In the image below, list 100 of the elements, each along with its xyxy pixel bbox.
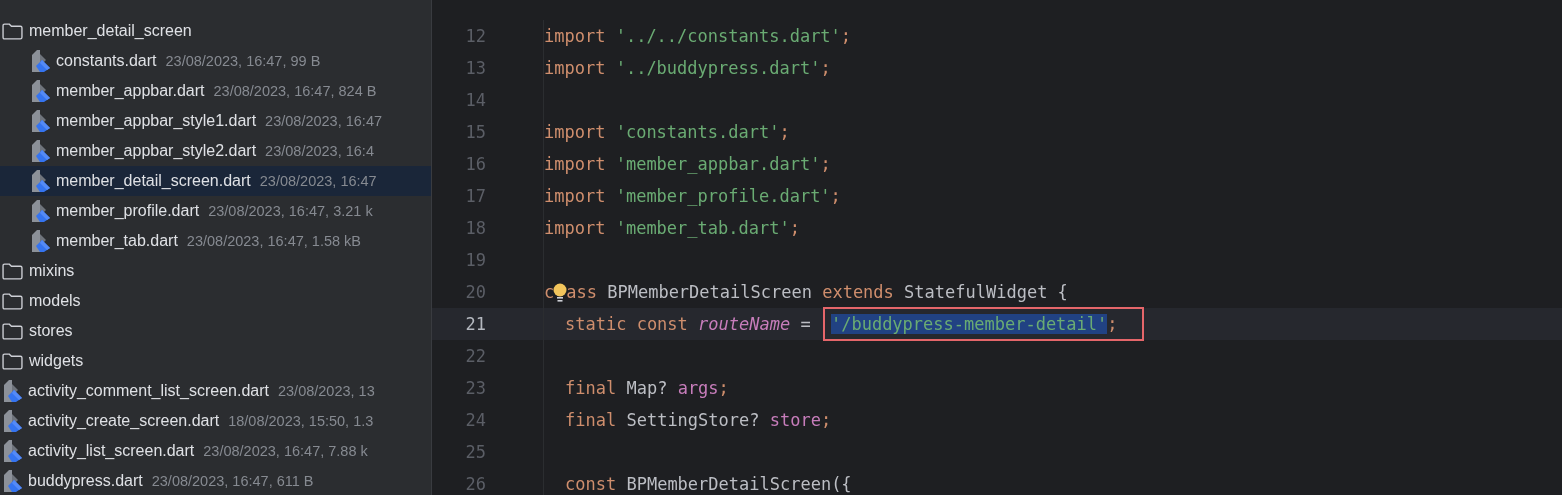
file-row[interactable]: constants.dart 23/08/2023, 16:47, 99 B [0,46,431,76]
field-name: routeName [698,314,791,334]
selected-text: '/buddypress-member-detail' [830,314,1108,334]
punctuation: ; [820,58,831,78]
folder-name: member_detail_screen [29,22,192,40]
file-name: activity_list_screen.dart [28,442,195,460]
punctuation: ; [779,122,790,142]
dart-file-icon [31,50,51,72]
file-name: member_detail_screen.dart [56,172,251,190]
keyword: import [544,122,606,142]
file-name: member_appbar_style1.dart [56,112,257,130]
line-number: 19 [464,250,486,270]
dart-file-icon [31,110,51,132]
folder-row[interactable]: stores [0,316,431,346]
punctuation: ; [789,218,800,238]
file-row[interactable]: member_appbar_style2.dart 23/08/2023, 16:4 [0,136,431,166]
file-info: 23/08/2023, 16:47, 3.21 k [208,203,373,219]
line-number: 22 [464,346,486,366]
punctuation: ; [830,186,841,206]
folder-name: widgets [29,352,84,370]
dart-file-icon [31,230,51,252]
folder-row[interactable]: widgets [0,346,431,376]
line-number: 26 [464,474,486,494]
file-info: 18/08/2023, 15:50, 1.3 [228,413,374,429]
keyword: c [544,282,555,302]
dart-file-icon [31,170,51,192]
file-info: 23/08/2023, 16:47, 1.58 kB [186,233,361,249]
folder-row[interactable]: mixins [0,256,431,286]
line-number: 24 [464,410,486,430]
string-literal: '../../constants.dart' [615,26,841,46]
file-name: activity_comment_list_screen.dart [28,382,269,400]
file-name: activity_create_screen.dart [28,412,220,430]
line-number: 23 [464,378,486,398]
file-row[interactable]: member_appbar.dart 23/08/2023, 16:47, 824 B [0,76,431,106]
file-name: constants.dart [56,52,157,70]
keyword: import [544,186,606,206]
folder-name: models [29,292,81,310]
file-name: buddypress.dart [28,472,143,490]
folder-icon [2,292,23,310]
keyword: extends [822,282,894,302]
line-number: 13 [464,58,486,78]
string-literal: '../buddypress.dart' [615,58,821,78]
string-literal: 'member_tab.dart' [615,218,790,238]
keyword: import [544,154,606,174]
file-info: 23/08/2023, 16:47 [259,173,377,189]
keyword: import [544,218,606,238]
code-token: SettingStore? [626,410,760,430]
file-info: 23/08/2023, 16:47, 611 B [151,473,314,489]
dart-file-icon [3,380,23,402]
string-literal: 'constants.dart' [615,122,780,142]
folder-row[interactable]: member_detail_screen [0,16,431,46]
folder-icon [2,322,23,340]
punctuation: ; [820,154,831,174]
keyword: ass [566,282,597,302]
line-number: 17 [464,186,486,206]
file-name: member_tab.dart [56,232,178,250]
folder-icon [2,262,23,280]
file-name: member_appbar.dart [56,82,205,100]
folder-row[interactable]: models [0,286,431,316]
keyword: final [565,378,617,398]
folder-name: mixins [29,262,75,280]
variable-name: args [677,378,719,398]
line-number: 25 [464,442,486,462]
keyword: final [565,410,617,430]
line-number: 20 [464,282,486,302]
file-row[interactable]: activity_create_screen.dart 18/08/2023, 15:50, 1.3 [0,406,431,436]
punctuation: ; [1107,314,1118,334]
dart-file-icon [31,80,51,102]
keyword: static const [565,314,688,334]
variable-name: store [769,410,821,430]
dart-file-icon [31,140,51,162]
line-number: 12 [464,26,486,46]
file-row[interactable]: member_tab.dart 23/08/2023, 16:47, 1.58 kB [0,226,431,256]
dart-file-icon [3,410,23,432]
file-row[interactable]: activity_comment_list_screen.dart 23/08/2023, 13 [0,376,431,406]
keyword: import [544,58,606,78]
string-literal: 'member_appbar.dart' [615,154,821,174]
lightbulb-icon[interactable] [553,283,568,303]
code-token: Map? [626,378,668,398]
file-row[interactable]: member_profile.dart 23/08/2023, 16:47, 3.21 k [0,196,431,226]
file-row[interactable]: member_appbar_style1.dart 23/08/2023, 16:47 [0,106,431,136]
punctuation: ; [718,378,729,398]
punctuation: ; [820,410,832,430]
line-number: 15 [464,122,486,142]
folder-icon [2,352,23,370]
code-token: StatefulWidget { [904,282,1068,302]
line-number: 16 [464,154,486,174]
line-number: 18 [464,218,486,238]
folder-name: stores [29,322,73,340]
file-info: 23/08/2023, 16:47, 99 B [165,53,321,69]
dart-file-icon [31,200,51,222]
keyword: import [544,26,606,46]
file-row[interactable]: buddypress.dart 23/08/2023, 16:47, 611 B [0,466,431,495]
file-info: 23/08/2023, 16:4 [265,143,374,159]
keyword: const [565,474,617,494]
file-info: 23/08/2023, 16:47, 7.88 k [203,443,368,459]
file-info: 23/08/2023, 16:47 [265,113,383,129]
file-row[interactable]: activity_list_screen.dart 23/08/2023, 16:47, 7.88 k [0,436,431,466]
code-token: BPMemberDetailScreen [607,282,812,302]
file-row[interactable]: member_detail_screen.dart 23/08/2023, 16:47 [0,166,431,196]
